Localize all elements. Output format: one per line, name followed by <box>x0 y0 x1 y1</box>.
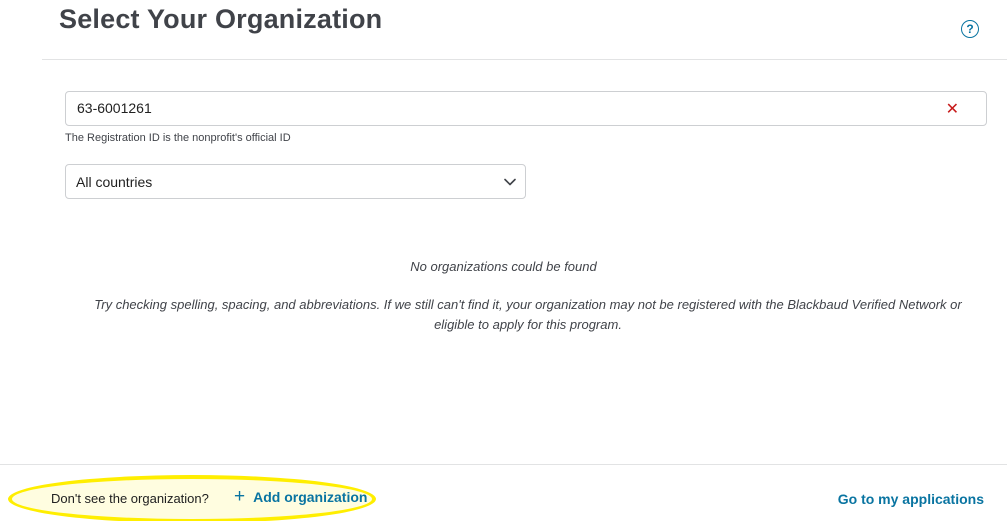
footer-prompt: Don't see the organization? <box>51 491 209 506</box>
chevron-down-icon <box>504 178 516 186</box>
country-selected-value: All countries <box>76 174 153 190</box>
country-select[interactable]: All countries <box>65 164 526 199</box>
registration-id-value[interactable]: 63-6001261 <box>77 100 152 116</box>
header-divider <box>42 59 1007 60</box>
add-organization-button[interactable]: + Add organization <box>234 486 368 507</box>
page-title: Select Your Organization <box>59 4 383 34</box>
add-organization-label: Add organization <box>253 489 368 505</box>
empty-results-description: Try checking spelling, spacing, and abbr… <box>94 297 962 332</box>
empty-results-title: No organizations could be found <box>410 259 597 274</box>
help-icon[interactable]: ? <box>961 20 979 38</box>
registration-id-helper: The Registration ID is the nonprofit's o… <box>65 132 291 144</box>
select-organization-page: Select Your Organization ? 63-6001261 ✕ … <box>0 0 1007 521</box>
footer-divider <box>0 464 1007 465</box>
registration-id-input[interactable]: 63-6001261 ✕ <box>65 91 987 126</box>
close-icon[interactable]: ✕ <box>946 99 959 119</box>
go-to-applications-link[interactable]: Go to my applications <box>838 491 984 507</box>
plus-icon: + <box>234 486 246 507</box>
